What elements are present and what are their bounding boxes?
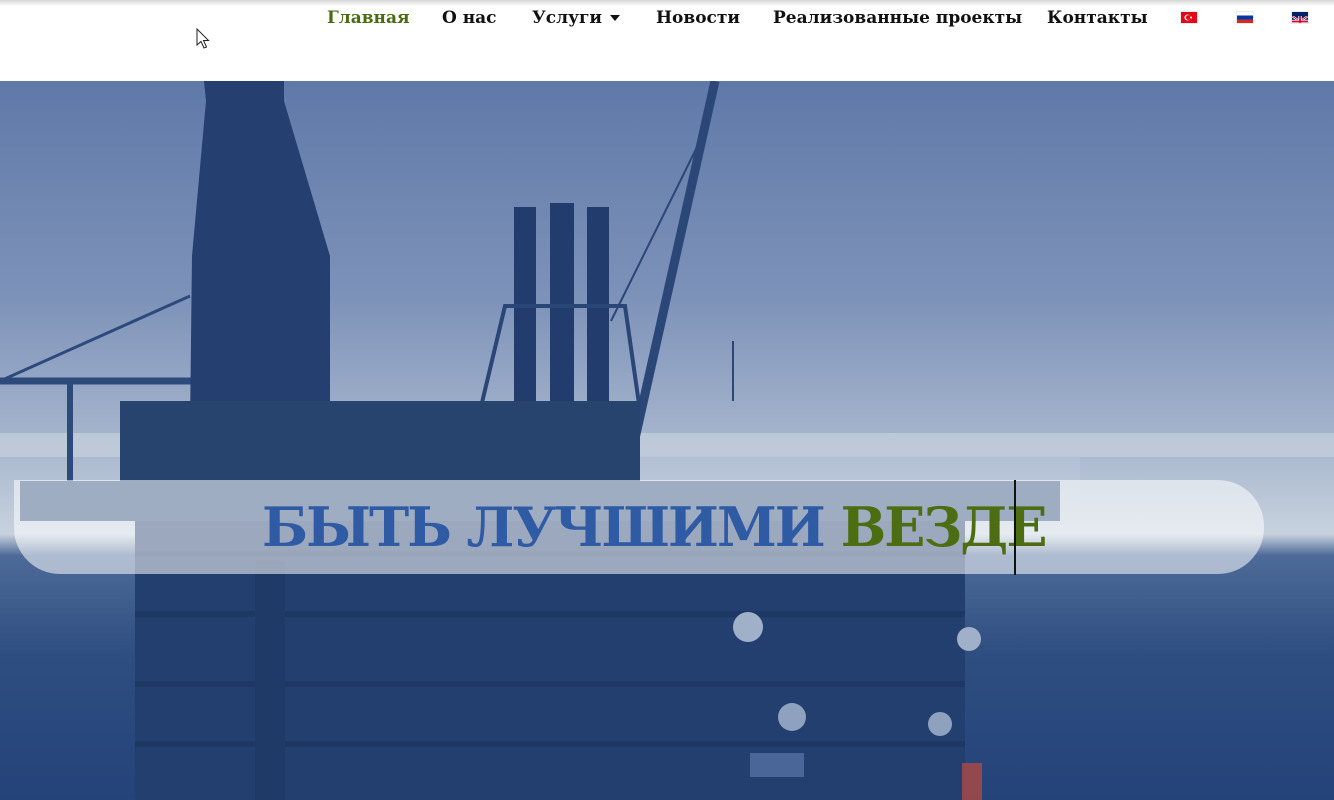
- mouse-pointer-icon: [196, 28, 210, 49]
- nav-item-contacts[interactable]: Контакты: [1047, 6, 1148, 30]
- main-nav: Главная О нас Услуги Новости Реализованн…: [0, 6, 1334, 30]
- typing-caret: [1014, 480, 1016, 575]
- nav-item-services[interactable]: Услуги: [532, 6, 621, 30]
- hero-headline: БЫТЬ ЛУЧШИМИ ВЕЗДЕ: [262, 492, 1047, 562]
- uk-flag-icon[interactable]: [1292, 12, 1308, 23]
- nav-item-services-label: Услуги: [532, 8, 603, 28]
- caret-down-icon: [610, 14, 621, 21]
- turkish-flag-icon[interactable]: [1181, 12, 1197, 23]
- nav-item-news[interactable]: Новости: [656, 6, 740, 30]
- nav-item-home[interactable]: Главная: [327, 6, 410, 30]
- site-header: Главная О нас Услуги Новости Реализованн…: [0, 0, 1334, 81]
- russian-flag-icon[interactable]: [1237, 12, 1253, 23]
- hero-background-image: [0, 81, 1334, 800]
- hero-section: БЫТЬ ЛУЧШИМИ ВЕЗДЕ: [0, 81, 1334, 800]
- nav-item-about[interactable]: О нас: [442, 6, 497, 30]
- nav-item-projects[interactable]: Реализованные проекты: [773, 6, 1022, 30]
- headline-blue-text: БЫТЬ ЛУЧШИМИ: [262, 495, 826, 559]
